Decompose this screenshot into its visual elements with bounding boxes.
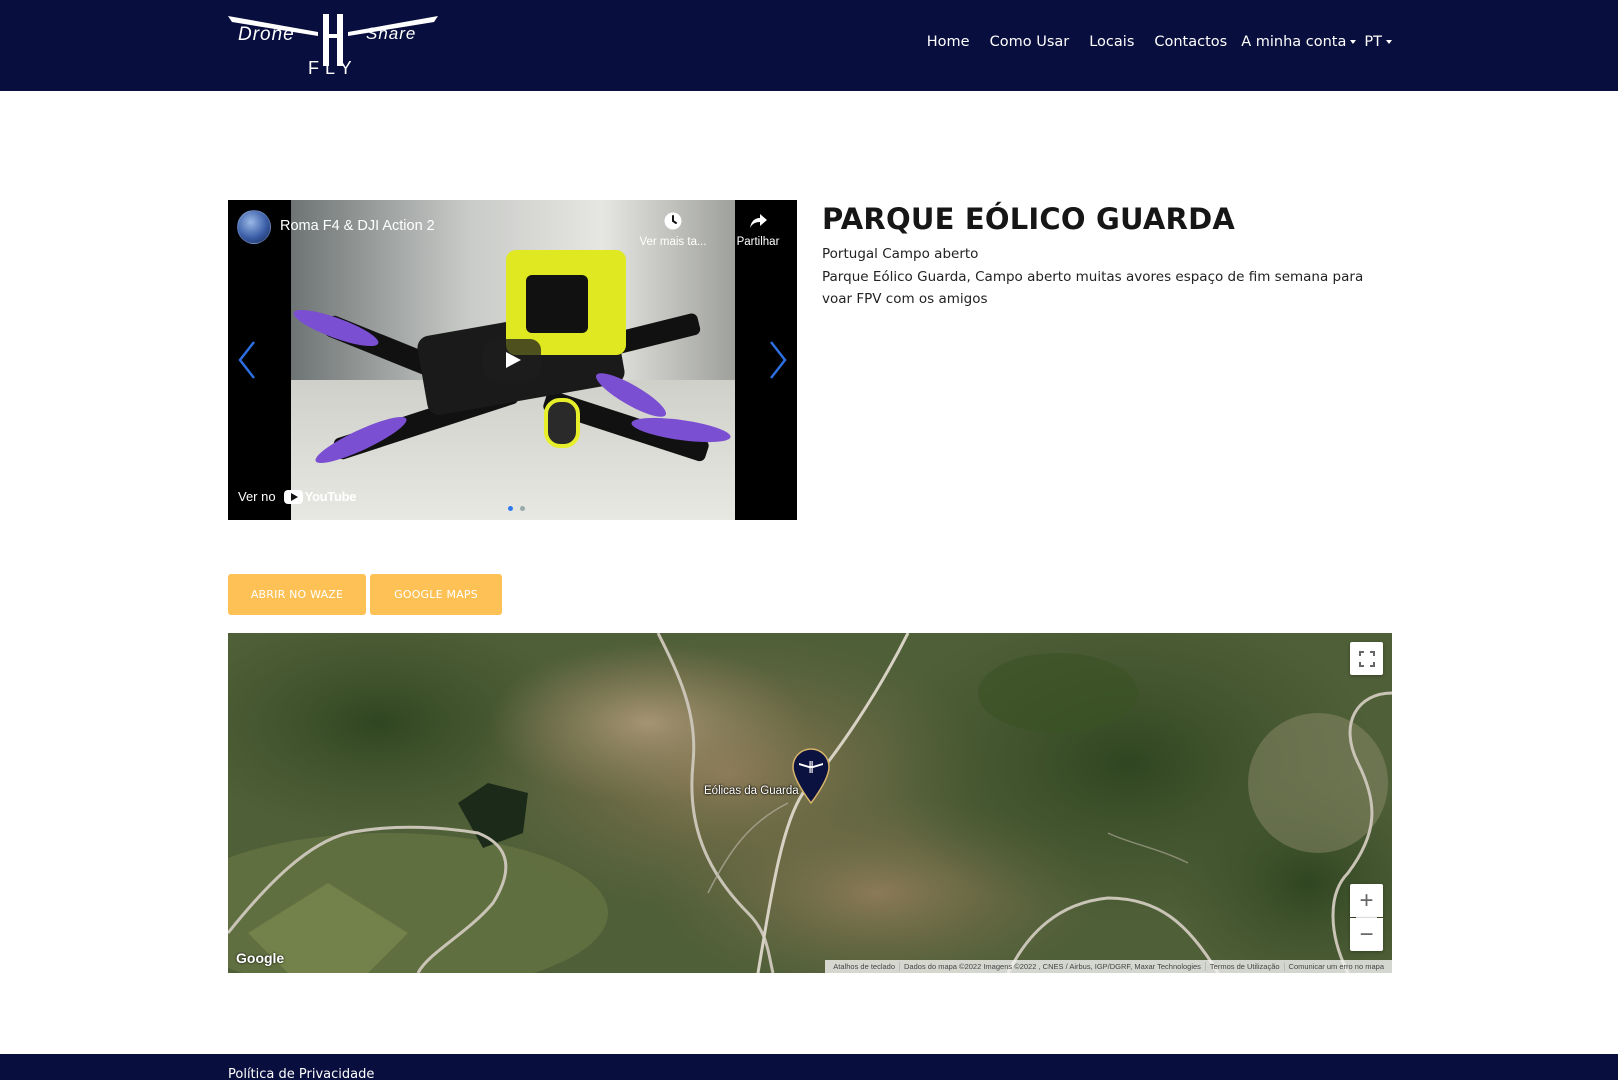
drone-share-fly-logo[interactable]: Drone Share FLY bbox=[226, 10, 440, 82]
zoom-in-button[interactable]: + bbox=[1350, 884, 1383, 917]
account-dropdown-label: A minha conta bbox=[1241, 34, 1347, 50]
chevron-right-icon[interactable] bbox=[765, 338, 791, 382]
logo-word-share: Share bbox=[366, 24, 417, 43]
open-in-waze-button[interactable]: ABRIR NO WAZE bbox=[228, 574, 366, 615]
zoom-out-button[interactable]: − bbox=[1350, 918, 1383, 951]
location-description: Parque Eólico Guarda, Campo aberto muita… bbox=[822, 269, 1364, 307]
video-title[interactable]: Roma F4 & DJI Action 2 bbox=[280, 218, 435, 234]
carousel-dot[interactable] bbox=[520, 506, 525, 511]
map-data-credit: Dados do mapa ©2022 Imagens ©2022 , CNES… bbox=[900, 962, 1206, 971]
google-maps-button[interactable]: GOOGLE MAPS bbox=[370, 574, 502, 615]
logo-word-fly: FLY bbox=[308, 58, 358, 78]
carousel-dot[interactable] bbox=[508, 506, 513, 511]
share-button[interactable]: Partilhar bbox=[728, 210, 788, 248]
clock-icon bbox=[664, 212, 682, 230]
share-label: Partilhar bbox=[736, 236, 780, 248]
nav-contactos[interactable]: Contactos bbox=[1154, 34, 1227, 50]
report-map-error-link[interactable]: Comunicar um erro no mapa bbox=[1285, 962, 1388, 971]
video-carousel[interactable]: Roma F4 & DJI Action 2 Ver mais ta... Pa… bbox=[228, 200, 797, 520]
google-logo: Google bbox=[236, 950, 285, 966]
nav-locais[interactable]: Locais bbox=[1089, 34, 1134, 50]
play-button[interactable] bbox=[483, 339, 541, 381]
language-dropdown-label: PT bbox=[1364, 34, 1382, 50]
keyboard-shortcuts-link[interactable]: Atalhos de teclado bbox=[829, 962, 901, 971]
terms-of-use-link[interactable]: Termos de Utilização bbox=[1206, 962, 1285, 971]
watch-on-youtube-link[interactable]: Ver no YouTube bbox=[238, 489, 356, 504]
fullscreen-button[interactable] bbox=[1350, 642, 1383, 675]
fullscreen-icon bbox=[1358, 650, 1375, 667]
share-icon bbox=[750, 214, 767, 228]
map-attribution: Atalhos de teclado Dados do mapa ©2022 I… bbox=[825, 960, 1392, 973]
footer: Política de Privacidade bbox=[0, 1054, 1618, 1082]
caret-down-icon bbox=[1386, 40, 1392, 44]
carousel-indicators bbox=[508, 506, 525, 511]
location-subtitle: Portugal Campo aberto bbox=[822, 246, 979, 262]
map-place-label[interactable]: Eólicas da Guarda bbox=[704, 785, 799, 797]
watch-later-button[interactable]: Ver mais ta... bbox=[633, 210, 713, 248]
top-navbar: Drone Share FLY Home Como Usar Locais Co… bbox=[0, 0, 1618, 91]
language-dropdown[interactable]: PT bbox=[1364, 34, 1392, 50]
thumbnail-camera bbox=[526, 275, 588, 333]
youtube-wordmark: YouTube bbox=[304, 489, 357, 504]
satellite-map[interactable]: Eólicas da Guarda + − Google Atalhos de … bbox=[228, 633, 1392, 973]
watch-later-label: Ver mais ta... bbox=[639, 236, 707, 248]
main-nav: Home Como Usar Locais Contactos A minha … bbox=[907, 34, 1392, 50]
channel-avatar[interactable] bbox=[237, 210, 271, 244]
caret-down-icon bbox=[1350, 40, 1357, 44]
logo-word-drone: Drone bbox=[238, 24, 295, 45]
account-dropdown[interactable]: A minha conta bbox=[1241, 34, 1357, 50]
chevron-left-icon[interactable] bbox=[234, 338, 260, 382]
watch-on-label: Ver no bbox=[238, 489, 276, 504]
location-title: PARQUE EÓLICO GUARDA bbox=[822, 202, 1235, 236]
nav-home[interactable]: Home bbox=[927, 34, 970, 50]
nav-como-usar[interactable]: Como Usar bbox=[990, 34, 1070, 50]
thumbnail-lens bbox=[544, 398, 580, 448]
youtube-icon: YouTube bbox=[283, 489, 357, 504]
